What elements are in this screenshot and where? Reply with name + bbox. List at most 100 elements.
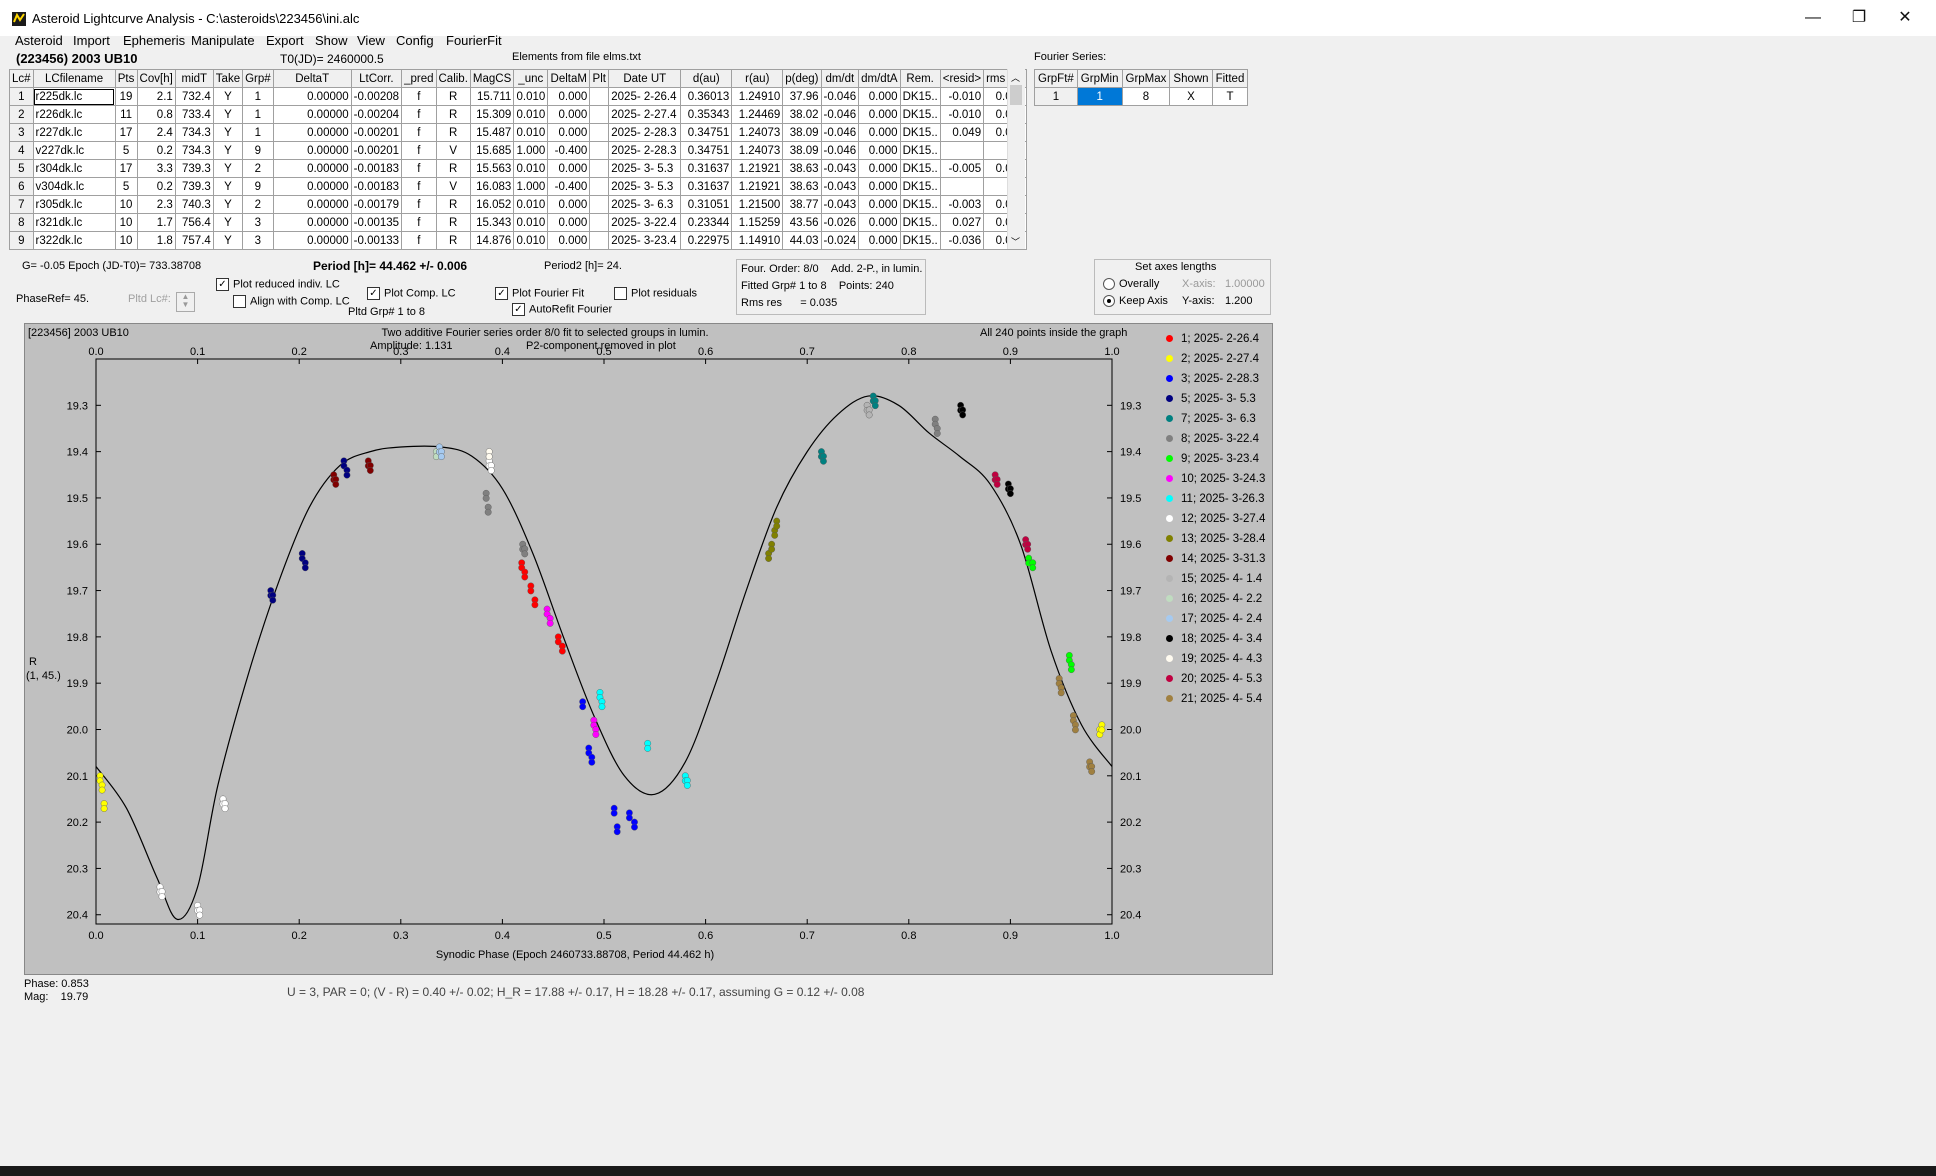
table-cell[interactable]: -0.00201: [350, 123, 403, 142]
table-cell[interactable]: DK15..: [899, 105, 941, 124]
table-cell[interactable]: V: [435, 177, 471, 196]
table-cell[interactable]: 0.000: [858, 213, 901, 232]
xaxis-value[interactable]: 1.00000: [1225, 278, 1265, 290]
table-cell[interactable]: 38.77: [782, 195, 822, 214]
plot-fourier-checkbox[interactable]: ✓ Plot Fourier Fit: [495, 287, 584, 300]
align-comp-checkbox[interactable]: Align with Comp. LC: [233, 295, 350, 308]
table-cell[interactable]: Y: [212, 141, 244, 160]
table-cell[interactable]: 38.63: [782, 177, 822, 196]
table-cell[interactable]: 0.00000: [272, 87, 352, 106]
table-cell[interactable]: 1.7: [136, 213, 176, 232]
menu-config[interactable]: Config: [396, 33, 434, 48]
table-cell[interactable]: 0.010: [513, 159, 549, 178]
table-cell[interactable]: 15.563: [469, 159, 515, 178]
table-cell[interactable]: -0.043: [820, 159, 860, 178]
table-cell[interactable]: -0.010: [939, 87, 985, 106]
table-cell[interactable]: 9: [242, 141, 274, 160]
table-cell[interactable]: [589, 87, 610, 106]
table-cell[interactable]: -0.00183: [350, 177, 403, 196]
table-cell[interactable]: 15.487: [469, 123, 515, 142]
table-row[interactable]: 6 v304dk.lc 5 0.2 739.3 Y 9 0.00000 -0.00183 f V 16…: [9, 177, 1028, 196]
lightcurve-chart-panel[interactable]: 0.0 0.0 0.1 0.1 0.2 0.2 0.3 0.3 0.4 0.4 0.5 0.5 0.6 0…: [24, 323, 1273, 975]
table-cell[interactable]: -0.026: [820, 213, 860, 232]
table-cell[interactable]: 0.8: [136, 105, 176, 124]
table-cell[interactable]: v227dk.lc: [32, 141, 116, 160]
table-cell[interactable]: 732.4: [174, 87, 214, 106]
plot-reduced-checkbox[interactable]: ✓ Plot reduced indiv. LC: [216, 278, 340, 291]
column-header[interactable]: r(au): [731, 69, 784, 88]
table-cell[interactable]: 2025- 3- 5.3: [608, 177, 682, 196]
table-cell[interactable]: 0.049: [939, 123, 985, 142]
menu-export[interactable]: Export: [266, 33, 304, 48]
column-header[interactable]: Pts: [114, 69, 138, 88]
table-cell[interactable]: 37.96: [782, 87, 822, 106]
table-cell[interactable]: 2025- 3- 6.3: [608, 195, 682, 214]
table-cell[interactable]: DK15..: [899, 123, 941, 142]
table-cell[interactable]: r321dk.lc: [32, 213, 116, 232]
yaxis-value[interactable]: 1.200: [1225, 295, 1253, 307]
table-cell[interactable]: [939, 141, 985, 160]
table-cell[interactable]: -0.00183: [350, 159, 403, 178]
table-cell[interactable]: 19: [114, 87, 138, 106]
checkbox-checked-icon[interactable]: ✓: [367, 287, 380, 300]
table-row[interactable]: 3 r227dk.lc 17 2.4 734.3 Y 1 0.00000 -0.00201 f R 1…: [9, 123, 1028, 142]
table-cell[interactable]: DK15..: [899, 141, 941, 160]
table-cell[interactable]: 1.21921: [731, 177, 784, 196]
table-cell[interactable]: 1.14910: [731, 231, 784, 250]
column-header[interactable]: p(deg): [782, 69, 822, 88]
table-cell[interactable]: Y: [212, 177, 244, 196]
table-cell[interactable]: DK15..: [899, 195, 941, 214]
column-header[interactable]: Calib.: [435, 69, 471, 88]
table-cell[interactable]: 0.000: [858, 195, 901, 214]
table-cell[interactable]: -0.003: [939, 195, 985, 214]
column-header[interactable]: MagCS: [469, 69, 515, 88]
table-cell[interactable]: 0.31051: [680, 195, 733, 214]
table-cell[interactable]: 3: [242, 231, 274, 250]
table-row[interactable]: 5 r304dk.lc 17 3.3 739.3 Y 2 0.00000 -0.00183 f R 1…: [9, 159, 1028, 178]
table-cell[interactable]: 5: [114, 141, 138, 160]
column-header[interactable]: Take: [212, 69, 244, 88]
table-cell[interactable]: -0.046: [820, 123, 860, 142]
table-cell[interactable]: 0.000: [858, 177, 901, 196]
menu-view[interactable]: View: [357, 33, 385, 48]
table-cell[interactable]: f: [401, 213, 437, 232]
table-cell[interactable]: R: [435, 159, 471, 178]
column-header[interactable]: dm/dtA: [858, 69, 901, 88]
phaseref-label[interactable]: PhaseRef= 45.: [16, 293, 89, 305]
table-cell[interactable]: -0.036: [939, 231, 985, 250]
table-cell[interactable]: -0.00208: [350, 87, 403, 106]
table-cell[interactable]: 0.010: [513, 87, 549, 106]
column-header[interactable]: DeltaT: [272, 69, 352, 88]
table-cell[interactable]: r225dk.lc: [32, 87, 116, 106]
table-cell[interactable]: 3.3: [136, 159, 176, 178]
table-cell[interactable]: -0.400: [547, 177, 591, 196]
table-cell[interactable]: -0.400: [547, 141, 591, 160]
table-cell[interactable]: DK15..: [899, 159, 941, 178]
table-cell[interactable]: R: [435, 231, 471, 250]
table-cell[interactable]: 38.09: [782, 141, 822, 160]
table-cell[interactable]: 0.000: [547, 159, 591, 178]
table-cell[interactable]: 0.000: [858, 231, 901, 250]
checkbox-unchecked-icon[interactable]: [614, 287, 627, 300]
table-cell[interactable]: 2025- 2-28.3: [608, 141, 682, 160]
table-cell[interactable]: 0.000: [547, 213, 591, 232]
column-header[interactable]: midT: [174, 69, 214, 88]
row-number[interactable]: 1: [9, 87, 34, 106]
table-cell[interactable]: DK15..: [899, 177, 941, 196]
fourier-cell[interactable]: 1: [1076, 87, 1123, 106]
row-number[interactable]: 9: [9, 231, 34, 250]
table-cell[interactable]: 1: [242, 87, 274, 106]
table-cell[interactable]: 15.711: [469, 87, 515, 106]
table-cell[interactable]: 0.00000: [272, 141, 352, 160]
table-cell[interactable]: Y: [212, 195, 244, 214]
table-cell[interactable]: 0.010: [513, 195, 549, 214]
fourier-cell[interactable]: T: [1211, 87, 1249, 106]
pltd-lc-spinner[interactable]: ▲ ▼: [176, 292, 195, 312]
column-header[interactable]: Plt: [589, 69, 610, 88]
table-cell[interactable]: 38.09: [782, 123, 822, 142]
table-cell[interactable]: 1.8: [136, 231, 176, 250]
table-row[interactable]: 7 r305dk.lc 10 2.3 740.3 Y 2 0.00000 -0.00179 f R 1…: [9, 195, 1028, 214]
table-cell[interactable]: V: [435, 141, 471, 160]
column-header[interactable]: dm/dt: [820, 69, 860, 88]
table-cell[interactable]: f: [401, 195, 437, 214]
